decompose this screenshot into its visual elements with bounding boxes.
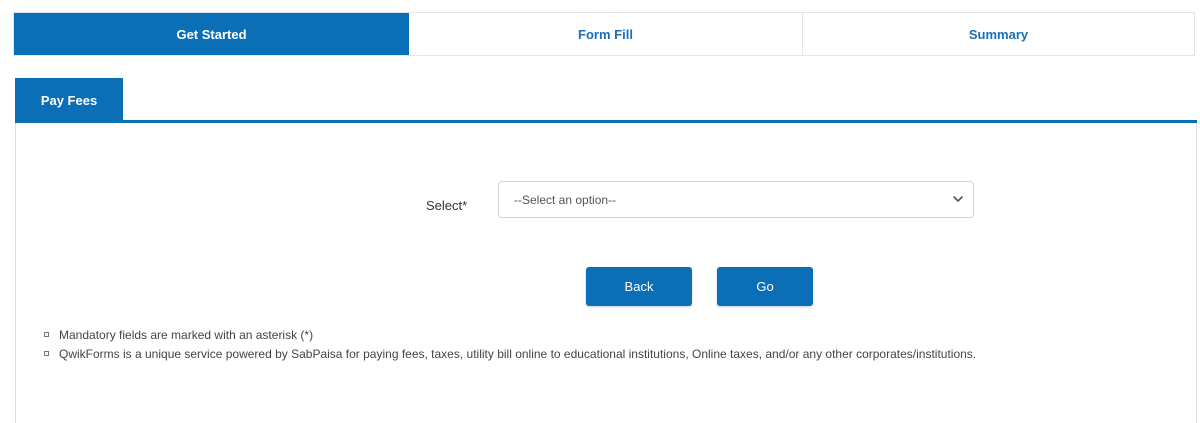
back-button-label: Back xyxy=(624,279,654,294)
note-text: Mandatory fields are marked with an aste… xyxy=(59,328,314,342)
tab-bar: Pay Fees xyxy=(15,78,1197,123)
select-label: Select* xyxy=(426,198,468,213)
go-button-label: Go xyxy=(756,279,774,294)
progress-steps: Get Started Form Fill Summary xyxy=(13,12,1195,56)
list-item: QwikForms is a unique service powered by… xyxy=(42,346,1162,362)
go-button[interactable]: Go xyxy=(717,267,813,306)
note-text: QwikForms is a unique service powered by… xyxy=(59,347,977,361)
tab-label: Pay Fees xyxy=(40,93,98,108)
step-label: Form Fill xyxy=(578,26,633,42)
list-item: Mandatory fields are marked with an aste… xyxy=(42,327,1162,343)
info-notes: Mandatory fields are marked with an aste… xyxy=(42,327,1162,365)
step-get-started[interactable]: Get Started xyxy=(14,13,409,55)
chevron-down-icon xyxy=(953,196,963,202)
option-select[interactable]: --Select an option-- xyxy=(498,181,974,218)
step-summary[interactable]: Summary xyxy=(803,13,1194,55)
tab-pay-fees[interactable]: Pay Fees xyxy=(15,78,123,123)
select-value: --Select an option-- xyxy=(514,193,617,207)
back-button[interactable]: Back xyxy=(586,267,692,306)
form-panel: Select* --Select an option-- Back Go Man… xyxy=(15,123,1197,423)
bullet-icon xyxy=(44,332,49,337)
step-label: Summary xyxy=(968,26,1029,42)
bullet-icon xyxy=(44,351,49,356)
step-form-fill[interactable]: Form Fill xyxy=(409,13,803,55)
page: Get Started Form Fill Summary Pay Fees S… xyxy=(0,0,1200,423)
step-label: Get Started xyxy=(176,26,247,42)
